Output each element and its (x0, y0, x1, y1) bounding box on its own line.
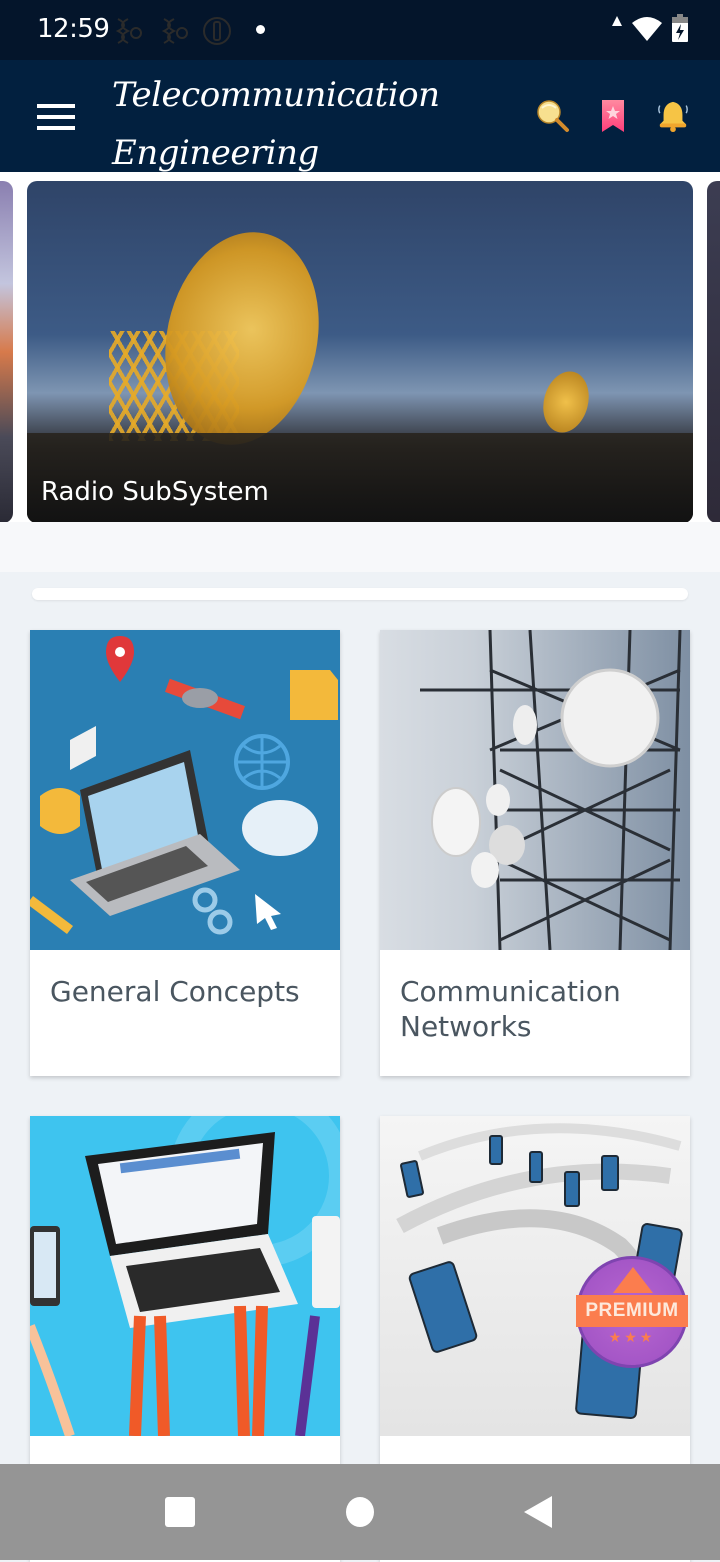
laptop-hands-illustration (30, 1116, 340, 1436)
carousel-slide-next[interactable] (707, 181, 720, 523)
status-bar: 12:59 (0, 0, 720, 60)
app-title: Telecommunication Engineering (112, 75, 440, 172)
carousel-slide-previous[interactable] (0, 181, 13, 523)
category-title: Communication Networks (400, 975, 621, 1043)
recents-button[interactable] (165, 1497, 195, 1527)
notification-dot-icon (256, 25, 265, 34)
bottle-icon (202, 16, 231, 45)
search-strip[interactable] (32, 588, 688, 600)
status-time: 12:59 (37, 14, 110, 44)
category-image (380, 630, 690, 950)
category-card-general-concepts[interactable]: General Concepts (30, 630, 340, 1076)
data-arrow-icon (612, 16, 622, 26)
dna-icon (158, 16, 188, 44)
wifi-icon (632, 17, 662, 41)
app-bar: Telecommunication Engineering (0, 60, 720, 172)
telecom-tower-image (420, 630, 682, 950)
featured-carousel[interactable]: Radio SubSystem (0, 172, 720, 572)
search-icon (537, 100, 569, 132)
bookmark-star-icon (602, 100, 624, 132)
dna-icon (112, 16, 142, 44)
network-illustration (30, 636, 338, 935)
satellite-dish-image (536, 366, 596, 438)
category-image (30, 1116, 340, 1436)
category-card-communication-networks[interactable]: Communication Networks (380, 630, 690, 1076)
hamburger-line (37, 104, 75, 108)
star-icons: ★★★ (608, 1329, 656, 1345)
app-bar-actions (536, 96, 690, 136)
search-button[interactable] (536, 96, 570, 136)
category-image (30, 630, 340, 950)
bookmarks-button[interactable] (596, 96, 630, 136)
hamburger-line (37, 115, 75, 119)
system-status-icons (612, 14, 688, 42)
bell-icon (658, 101, 688, 133)
slide-caption: Radio SubSystem (41, 477, 269, 507)
back-button[interactable] (524, 1496, 552, 1528)
menu-button[interactable] (37, 104, 75, 130)
crown-icon (613, 1267, 653, 1293)
notifications-button[interactable] (656, 96, 690, 136)
battery-charging-icon (672, 14, 688, 42)
section-divider (0, 522, 720, 572)
premium-badge[interactable]: PREMIUM ★★★ (576, 1256, 688, 1368)
premium-label: PREMIUM (576, 1295, 688, 1327)
system-nav-bar (0, 1464, 720, 1560)
category-title: General Concepts (50, 975, 300, 1008)
home-button[interactable] (346, 1497, 374, 1527)
carousel-slide-active[interactable]: Radio SubSystem (27, 181, 693, 523)
hamburger-line (37, 126, 75, 130)
